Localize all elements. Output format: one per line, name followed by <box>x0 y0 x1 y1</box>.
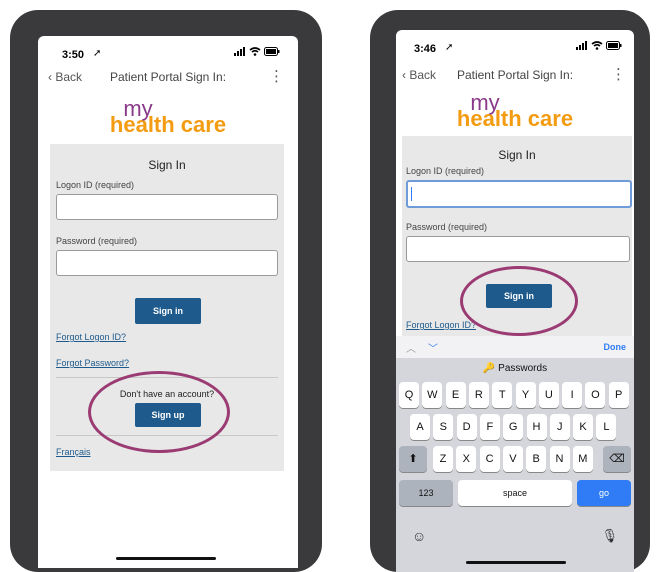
status-icons <box>234 47 280 59</box>
key-i[interactable]: I <box>562 382 583 408</box>
language-link[interactable]: Français <box>56 447 91 457</box>
key-e[interactable]: E <box>445 382 466 408</box>
battery-icon <box>264 47 280 59</box>
password-input[interactable] <box>406 236 630 262</box>
key-j[interactable]: J <box>549 414 570 440</box>
chevron-up-icon[interactable]: ︿ <box>406 340 416 355</box>
forgot-password-link[interactable]: Forgot Password? <box>56 358 129 368</box>
microphone-icon[interactable]: 🎙 <box>601 528 618 544</box>
key-p[interactable]: P <box>608 382 629 408</box>
key-m[interactable]: M <box>572 446 593 472</box>
done-button[interactable]: Done <box>604 342 627 352</box>
key-b[interactable]: B <box>526 446 547 472</box>
wifi-icon <box>591 41 603 53</box>
logo: my health care <box>396 92 634 130</box>
logo-health-care: health care <box>456 106 574 131</box>
password-input[interactable] <box>56 250 278 276</box>
left-phone-screen: 3:50 ➚ ‹ Back Patient Portal Sign In: ⋮ … <box>38 36 298 568</box>
passwords-label: Passwords <box>498 363 548 374</box>
shift-key[interactable]: ⬆ <box>399 446 427 472</box>
logon-id-label: Logon ID (required) <box>56 180 135 190</box>
key-r[interactable]: R <box>468 382 489 408</box>
key-x[interactable]: X <box>456 446 477 472</box>
logon-id-input[interactable] <box>406 180 632 208</box>
key-t[interactable]: T <box>492 382 513 408</box>
key-q[interactable]: Q <box>399 382 419 408</box>
key-w[interactable]: W <box>422 382 443 408</box>
key-icon: 🔑 <box>482 363 499 374</box>
location-icon: ➚ <box>93 48 102 59</box>
kebab-icon[interactable]: ⋮ <box>611 65 626 83</box>
key-g[interactable]: G <box>503 414 524 440</box>
key-u[interactable]: U <box>538 382 559 408</box>
key-z[interactable]: Z <box>433 446 453 472</box>
kebab-icon[interactable]: ⋮ <box>269 67 284 85</box>
signal-icon <box>576 41 588 53</box>
logon-id-label: Logon ID (required) <box>406 166 485 176</box>
status-time: 3:50 <box>62 49 85 61</box>
nav-title: Patient Portal Sign In: <box>109 70 227 84</box>
passwords-bar[interactable]: 🔑 Passwords <box>396 358 634 380</box>
battery-icon <box>606 41 622 53</box>
key-h[interactable]: H <box>526 414 547 440</box>
logo-health-care: health care <box>109 112 227 137</box>
home-indicator <box>116 557 216 560</box>
status-time: 3:46 <box>414 43 437 55</box>
logo: my health care <box>38 98 298 136</box>
password-label: Password (required) <box>406 222 488 232</box>
home-indicator <box>466 561 566 564</box>
key-y[interactable]: Y <box>515 382 536 408</box>
logo-my: my <box>470 90 500 115</box>
right-phone-frame: 3:46 ➚ ‹ Back Patient Portal Sign In: ⋮ … <box>370 10 650 572</box>
card-heading: Sign In <box>498 148 536 162</box>
status-bar: 3:46 ➚ <box>396 30 634 56</box>
key-n[interactable]: N <box>549 446 570 472</box>
keyboard: ︿ ﹀ Done 🔑 Passwords ⬆ ⌫ 123 space go ☺ … <box>396 336 634 572</box>
password-label: Password (required) <box>56 236 138 246</box>
logon-id-input[interactable] <box>56 194 278 220</box>
status-icons <box>576 41 622 53</box>
backspace-key[interactable]: ⌫ <box>603 446 631 472</box>
key-d[interactable]: D <box>456 414 477 440</box>
go-key[interactable]: go <box>577 480 631 506</box>
key-s[interactable]: S <box>433 414 454 440</box>
nav-bar: ‹ Back Patient Portal Sign In: ⋮ <box>396 62 634 88</box>
forgot-logon-link[interactable]: Forgot Logon ID? <box>56 332 126 342</box>
key-f[interactable]: F <box>479 414 500 440</box>
emoji-icon[interactable]: ☺ <box>412 528 426 544</box>
status-bar: 3:50 ➚ <box>38 36 298 62</box>
key-a[interactable]: A <box>410 414 430 440</box>
left-phone-frame: 3:50 ➚ ‹ Back Patient Portal Sign In: ⋮ … <box>10 10 322 572</box>
text-cursor <box>411 187 412 201</box>
key-c[interactable]: C <box>479 446 500 472</box>
numbers-key[interactable]: 123 <box>399 480 453 506</box>
highlight-ring <box>460 266 578 336</box>
logo-my: my <box>123 96 153 121</box>
nav-title: Patient Portal Sign In: <box>456 68 574 82</box>
nav-bar: ‹ Back Patient Portal Sign In: ⋮ <box>38 64 298 90</box>
chevron-down-icon[interactable]: ﹀ <box>428 340 438 355</box>
card-heading: Sign In <box>148 158 186 172</box>
keyboard-accessory-bar: ︿ ﹀ Done <box>396 336 634 358</box>
key-l[interactable]: L <box>596 414 617 440</box>
highlight-ring <box>88 371 230 453</box>
location-icon: ➚ <box>445 42 454 53</box>
forgot-logon-link[interactable]: Forgot Logon ID? <box>406 320 476 330</box>
signal-icon <box>234 47 246 59</box>
sign-in-button[interactable]: Sign in <box>135 298 201 324</box>
key-o[interactable]: O <box>585 382 606 408</box>
key-k[interactable]: K <box>573 414 594 440</box>
space-key[interactable]: space <box>458 480 572 506</box>
key-v[interactable]: V <box>502 446 523 472</box>
wifi-icon <box>249 47 261 59</box>
right-phone-screen: 3:46 ➚ ‹ Back Patient Portal Sign In: ⋮ … <box>396 30 634 572</box>
